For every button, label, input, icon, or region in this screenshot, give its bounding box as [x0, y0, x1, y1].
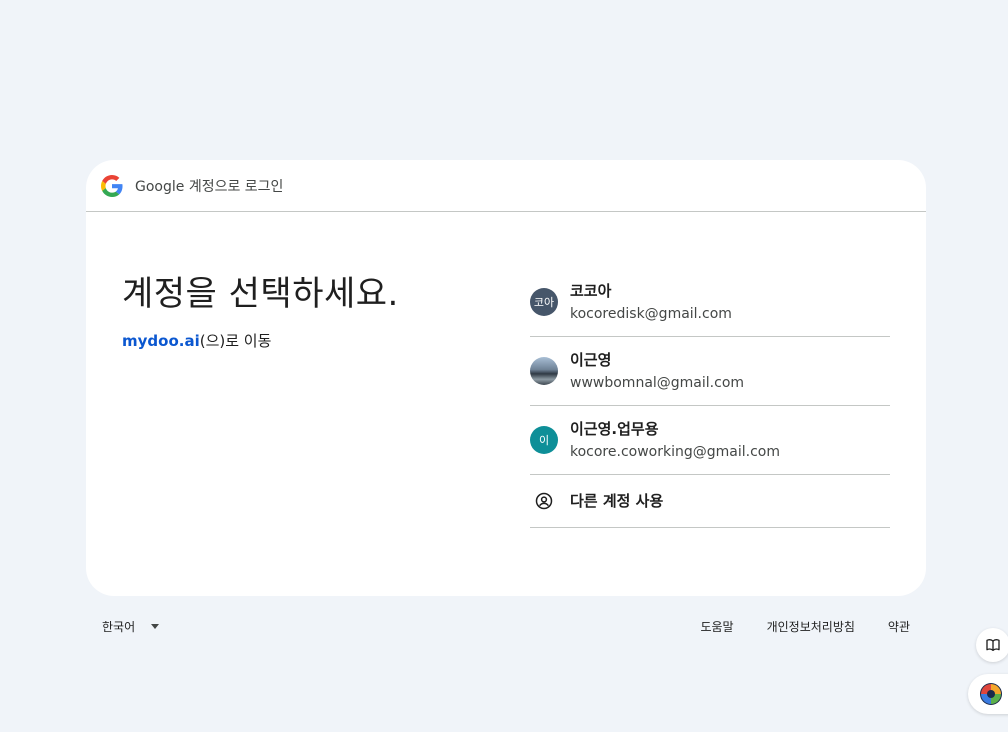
extension-icon[interactable] — [968, 674, 1008, 714]
avatar: 이 — [530, 426, 558, 454]
account-email: kocoredisk@gmail.com — [570, 305, 732, 322]
header-title: Google 계정으로 로그인 — [135, 178, 284, 195]
avatar-photo — [530, 357, 558, 385]
app-link[interactable]: mydoo.ai — [122, 332, 200, 350]
account-name: 이근영 — [570, 350, 612, 369]
privacy-link[interactable]: 개인정보처리방침 — [767, 618, 855, 635]
account-item-leegeunyoung-work[interactable]: 이 이근영.업무용 kocore.coworking@gmail.com — [530, 406, 890, 475]
sign-in-card: Google 계정으로 로그인 계정을 선택하세요. mydoo.ai(으)로 … — [86, 160, 926, 596]
use-another-account-label: 다른 계정 사용 — [570, 492, 664, 510]
avatar: 코아 — [530, 288, 558, 316]
account-list: 코아 코코아 kocoredisk@gmail.com 이근영 wwwbomna… — [530, 268, 890, 528]
language-label: 한국어 — [102, 620, 136, 634]
footer-links: 도움말 개인정보처리방침 약관 — [700, 618, 910, 635]
account-item-leegeunyoung[interactable]: 이근영 wwwbomnal@gmail.com — [530, 337, 890, 406]
card-header: Google 계정으로 로그인 — [86, 160, 926, 212]
terms-link[interactable]: 약관 — [888, 618, 910, 635]
account-name: 이근영.업무용 — [570, 419, 659, 438]
language-selector[interactable]: 한국어 — [102, 618, 160, 635]
continue-to-text: mydoo.ai(으)로 이동 — [122, 330, 271, 351]
account-email: wwwbomnal@gmail.com — [570, 374, 745, 391]
account-name: 코코아 — [570, 281, 612, 300]
footer: 한국어 도움말 개인정보처리방침 약관 — [0, 618, 1008, 638]
account-email: kocore.coworking@gmail.com — [570, 443, 780, 460]
avatar-initials: 이 — [538, 434, 550, 447]
google-logo-icon — [101, 174, 123, 197]
chevron-down-icon — [151, 624, 160, 629]
use-another-account-button[interactable]: 다른 계정 사용 — [530, 475, 890, 528]
book-icon[interactable] — [976, 628, 1008, 662]
account-item-kocoa[interactable]: 코아 코코아 kocoredisk@gmail.com — [530, 268, 890, 337]
continue-suffix: (으)로 이동 — [199, 332, 272, 350]
account-circle-icon — [530, 487, 558, 515]
page-title: 계정을 선택하세요. — [122, 274, 399, 314]
help-link[interactable]: 도움말 — [700, 618, 733, 635]
avatar-initials: 코아 — [533, 296, 555, 309]
